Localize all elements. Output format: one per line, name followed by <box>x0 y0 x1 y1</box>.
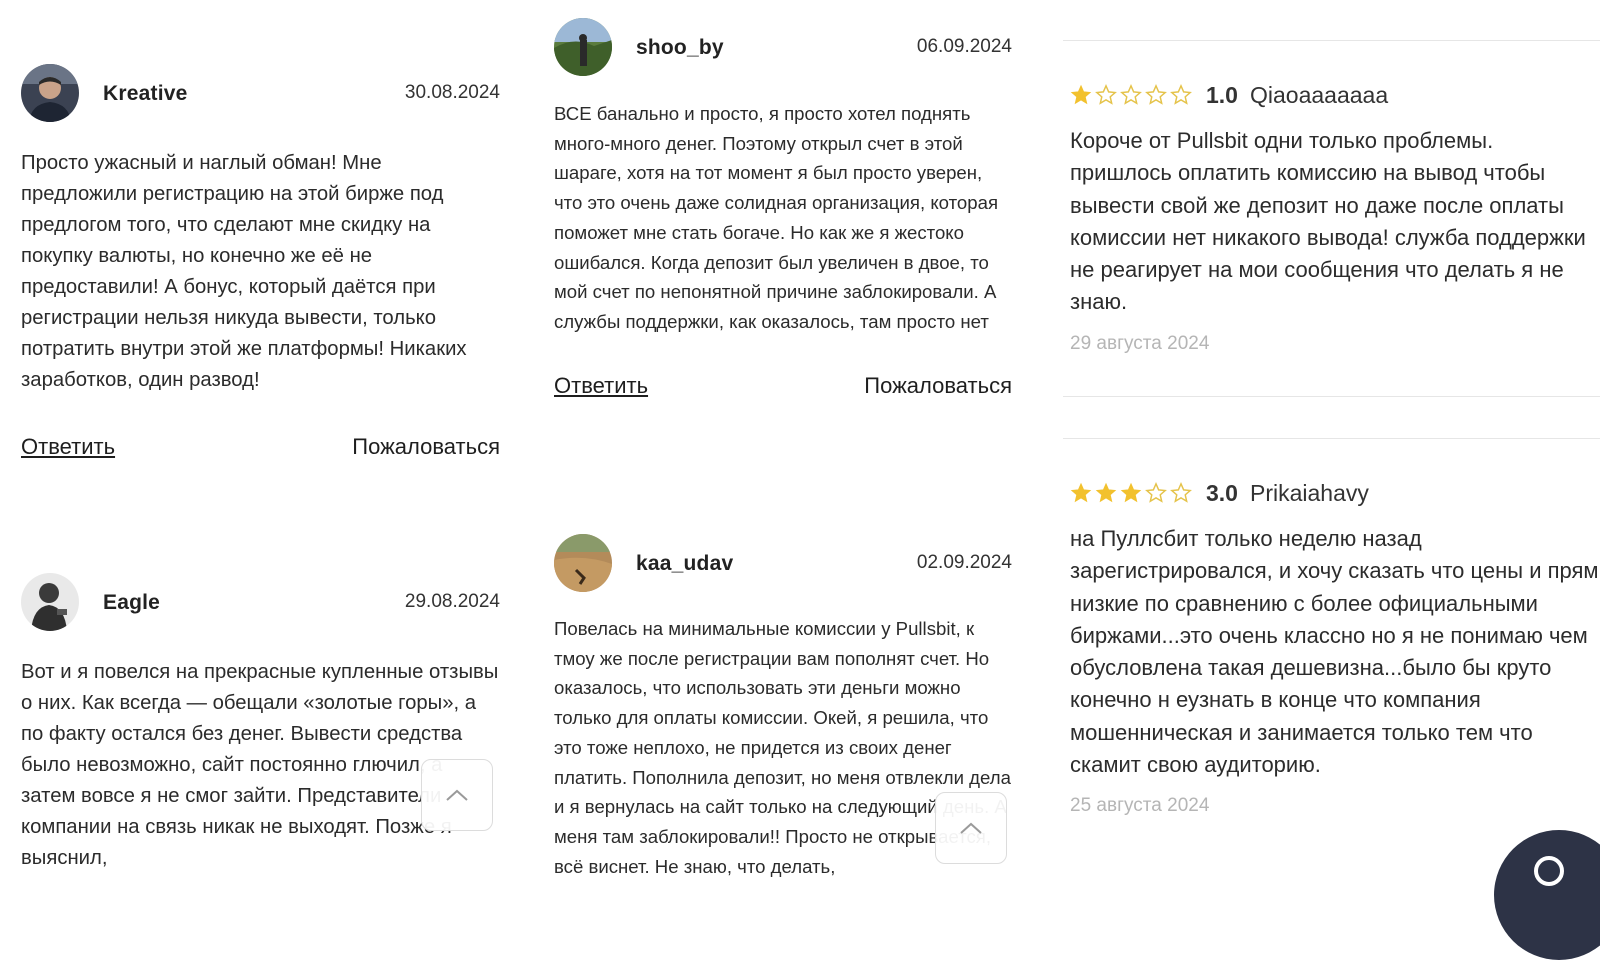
chat-icon <box>1534 856 1564 886</box>
reviews-column-left: Kreative 30.08.2024 Просто ужасный и наг… <box>0 0 530 880</box>
reviews-column-middle: shoo_by 06.09.2024 ВСЕ банально и просто… <box>547 0 1045 880</box>
author-name[interactable]: Eagle <box>103 591 160 615</box>
author-name[interactable]: kaa_udav <box>636 552 733 576</box>
scroll-top-button[interactable] <box>421 759 493 831</box>
author-name[interactable]: Kreative <box>103 82 187 106</box>
star-empty-icon <box>1120 84 1142 105</box>
rating-score: 3.0 <box>1206 479 1238 506</box>
star-empty-icon <box>1145 84 1167 105</box>
rating-score: 1.0 <box>1206 81 1238 108</box>
report-link[interactable]: Пожаловаться <box>864 373 1012 399</box>
review-date: 29.08.2024 <box>404 591 500 612</box>
author-name[interactable]: shoo_by <box>636 36 724 60</box>
report-link[interactable]: Пожаловаться <box>352 434 500 460</box>
review-text: ВСЕ банально и просто, я просто хотел по… <box>554 103 999 332</box>
rating-stars <box>1070 482 1192 504</box>
reviews-column-right: 1.0 Qiaoaaaaaaa Короче от Pullsbit одни … <box>1063 0 1600 862</box>
rating-stars <box>1070 84 1192 106</box>
review-text: Просто ужасный и наглый обман! Мне предл… <box>21 152 467 391</box>
avatar[interactable] <box>554 18 612 76</box>
reply-link[interactable]: Ответить <box>21 434 115 460</box>
author-name: Prikaiahavy <box>1249 479 1369 506</box>
review-text: на Пуллсбит только неделю назад зарегист… <box>1070 526 1599 778</box>
avatar[interactable] <box>21 64 79 122</box>
review-date: 06.09.2024 <box>916 36 1012 57</box>
review-card: 1.0 Qiaoaaaaaaa Короче от Pullsbit одни … <box>1070 77 1600 355</box>
star-empty-icon <box>1170 84 1192 105</box>
star-empty-icon <box>1145 482 1167 503</box>
scroll-top-button[interactable] <box>935 792 1007 864</box>
chevron-up-icon <box>960 822 982 834</box>
star-empty-icon <box>1095 84 1117 105</box>
star-filled-icon <box>1070 84 1092 105</box>
avatar[interactable] <box>21 573 79 631</box>
divider <box>1063 438 1600 439</box>
review-text: Короче от Pullsbit одни только проблемы.… <box>1070 128 1586 315</box>
review-card: Kreative 30.08.2024 Просто ужасный и наг… <box>21 64 500 468</box>
review-card: shoo_by 06.09.2024 ВСЕ банально и просто… <box>554 18 1012 407</box>
star-empty-icon <box>1170 482 1192 503</box>
review-date: 02.09.2024 <box>916 552 1012 573</box>
chevron-up-icon <box>446 789 468 801</box>
review-date: 30.08.2024 <box>404 82 500 103</box>
divider <box>1063 40 1600 41</box>
author-name: Qiaoaaaaaaa <box>1249 81 1389 108</box>
reply-link[interactable]: Ответить <box>554 373 648 399</box>
divider <box>1063 396 1600 397</box>
star-filled-icon <box>1095 482 1117 503</box>
star-filled-icon <box>1070 482 1092 503</box>
review-date: 25 августа 2024 <box>1070 795 1210 817</box>
avatar[interactable] <box>554 534 612 592</box>
review-card: 3.0 Prikaiahavy на Пуллсбит только недел… <box>1070 475 1600 817</box>
star-filled-icon <box>1120 482 1142 503</box>
review-date: 29 августа 2024 <box>1070 332 1210 354</box>
